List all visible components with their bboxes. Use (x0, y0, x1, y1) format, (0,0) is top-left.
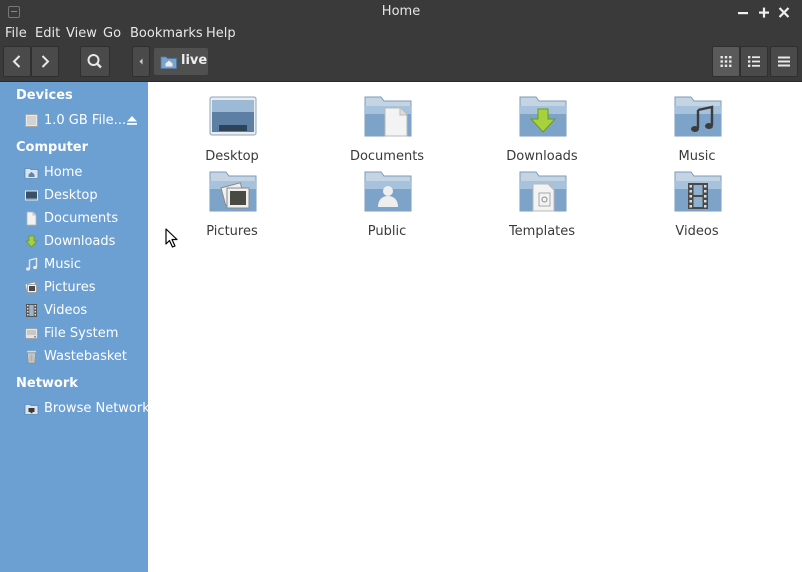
file-item-label: Desktop (205, 149, 259, 164)
hamburger-menu-icon (778, 56, 790, 67)
list-view-button[interactable] (740, 46, 768, 77)
sidebar-section-network: Network (16, 376, 78, 391)
sidebar-section-devices: Devices (16, 88, 73, 103)
icon-view-button[interactable] (712, 46, 740, 77)
file-item-label: Downloads (506, 149, 578, 164)
sidebar-item-videos[interactable]: Videos (0, 300, 148, 322)
minimize-icon (738, 12, 748, 15)
titlebar[interactable]: Home (0, 0, 802, 24)
sidebar-item-label: Desktop (44, 188, 98, 203)
music-icon (26, 257, 38, 271)
sidebar-item-music[interactable]: Music (0, 254, 148, 276)
pictures-folder-icon (209, 171, 257, 212)
desktop-icon (25, 190, 38, 201)
sidebar-item-label: Pictures (44, 280, 96, 295)
sidebar: Devices 1.0 GB File... Computer Home Des… (0, 82, 150, 572)
menu-edit[interactable]: Edit (35, 26, 60, 41)
eject-icon[interactable] (125, 113, 139, 127)
menu-view[interactable]: View (66, 26, 97, 41)
file-item-downloads[interactable]: Downloads (482, 94, 602, 164)
network-icon (24, 404, 39, 415)
pictures-icon (24, 281, 38, 294)
sidebar-item-label: Music (44, 257, 81, 272)
close-icon (778, 7, 790, 18)
file-item-label: Pictures (206, 224, 258, 239)
file-item-templates[interactable]: Templates (482, 169, 602, 239)
minimize-button[interactable] (734, 2, 752, 22)
sidebar-item-label: 1.0 GB File... (44, 113, 127, 128)
documents-folder-icon (364, 96, 412, 137)
sidebar-item-label: Browse Network (44, 401, 150, 416)
menu-help[interactable]: Help (206, 26, 236, 41)
file-item-videos[interactable]: Videos (637, 169, 757, 239)
file-item-label: Public (367, 224, 407, 239)
file-item-label: Templates (508, 224, 576, 239)
sidebar-item-downloads[interactable]: Downloads (0, 231, 148, 253)
sidebar-item-desktop[interactable]: Desktop (0, 185, 148, 207)
file-manager-window: Home File Edit View Go Bookmarks Help li… (0, 0, 802, 572)
sidebar-item-label: Home (44, 165, 83, 180)
home-icon (24, 168, 39, 179)
documents-icon (26, 211, 37, 226)
sidebar-section-computer: Computer (16, 140, 89, 155)
sidebar-item-browse-network[interactable]: Browse Network (0, 398, 150, 420)
templates-folder-icon (519, 171, 567, 212)
file-item-pictures[interactable]: Pictures (172, 169, 292, 239)
downloads-folder-icon (519, 96, 567, 137)
sidebar-item-pictures[interactable]: Pictures (0, 277, 148, 299)
sidebar-item-label: Documents (44, 211, 119, 226)
file-item-label: Music (678, 149, 716, 164)
forward-button[interactable] (31, 46, 59, 77)
menu-go[interactable]: Go (103, 26, 121, 41)
music-folder-icon (674, 96, 722, 137)
file-item-label: Documents (349, 149, 425, 164)
window-title: Home (381, 4, 421, 19)
file-item-public[interactable]: Public (327, 169, 447, 239)
public-folder-icon (364, 171, 412, 212)
search-icon (87, 54, 102, 69)
trash-icon (27, 350, 36, 364)
menu-button[interactable] (770, 46, 798, 77)
sidebar-item-label: Videos (44, 303, 88, 318)
videos-folder-icon (674, 171, 722, 212)
sidebar-item-label: Downloads (44, 234, 116, 249)
mouse-cursor-icon (165, 228, 178, 248)
caret-left-icon (139, 58, 143, 65)
sidebar-item-home[interactable]: Home (0, 162, 148, 184)
sidebar-item-wastebasket[interactable]: Wastebasket (0, 346, 148, 368)
breadcrumb-live[interactable]: live (154, 48, 208, 75)
file-view[interactable]: Desktop Documents Downloads Music Pictur… (148, 82, 802, 572)
file-item-label: Videos (675, 224, 719, 239)
home-folder-icon (160, 56, 177, 69)
sidebar-item-label: Wastebasket (44, 349, 128, 364)
sidebar-item-label: File System (44, 326, 119, 341)
menu-file[interactable]: File (5, 26, 27, 41)
drive-icon (25, 114, 38, 127)
menubar: File Edit View Go Bookmarks Help (0, 24, 802, 44)
file-item-desktop[interactable]: Desktop (172, 94, 292, 164)
videos-icon (26, 304, 37, 317)
breadcrumb-scroll-left-button[interactable] (132, 46, 150, 77)
breadcrumb-label: live (181, 53, 208, 68)
maximize-icon (759, 7, 769, 18)
filesystem-icon (25, 328, 38, 339)
menu-bookmarks[interactable]: Bookmarks (130, 26, 203, 41)
grid-icon (720, 56, 732, 67)
search-button[interactable] (80, 46, 110, 77)
chevron-left-icon (12, 55, 21, 68)
downloads-icon (25, 235, 38, 248)
sidebar-item-file-system[interactable]: File System (0, 323, 148, 345)
file-item-music[interactable]: Music (637, 94, 757, 164)
sidebar-item-drive[interactable]: 1.0 GB File... (0, 110, 148, 132)
list-icon (748, 56, 760, 67)
desktop-folder-icon (209, 96, 257, 136)
back-button[interactable] (3, 46, 31, 77)
toolbar: live (0, 44, 802, 82)
file-item-documents[interactable]: Documents (327, 94, 447, 164)
chevron-right-icon (41, 55, 50, 68)
sidebar-item-documents[interactable]: Documents (0, 208, 148, 230)
maximize-button[interactable] (755, 2, 773, 22)
close-button[interactable] (775, 2, 793, 22)
